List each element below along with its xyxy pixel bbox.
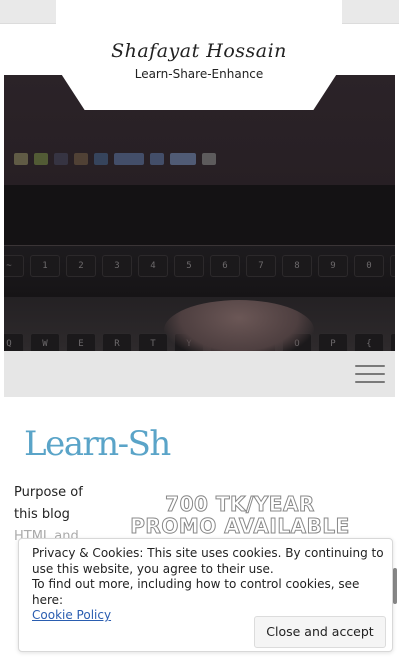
- site-title-card: Shafayat Hossain Learn-Share-Enhance: [56, 0, 342, 110]
- cookie-notice-text: Privacy & Cookies: This site uses cookie…: [32, 546, 384, 576]
- dock-app-icon: [170, 153, 196, 165]
- menu-line: [355, 373, 385, 375]
- keyboard-key: E: [66, 333, 96, 351]
- keyboard-key: T: [138, 333, 168, 351]
- dock-app-icon: [14, 153, 28, 165]
- promo-label: PROMO AVAILABLE: [130, 514, 350, 538]
- dock-app-icon: [94, 153, 108, 165]
- keyboard-key: 8: [282, 255, 312, 277]
- laptop-screen-edge: [4, 185, 395, 245]
- navigation-bar: [4, 351, 395, 397]
- keyboard-key: Q: [4, 333, 24, 351]
- keyboard-key: 7: [246, 255, 276, 277]
- close-and-accept-button[interactable]: Close and accept: [254, 616, 386, 648]
- keyboard-key: {: [354, 333, 384, 351]
- excerpt-line: Purpose of: [14, 485, 83, 500]
- dock-app-icon: [202, 153, 216, 165]
- menu-line: [355, 381, 385, 383]
- cookie-policy-link[interactable]: Cookie Policy: [32, 608, 111, 622]
- promo-overlay: 700 TK/YEAR PROMO AVAILABLE: [120, 492, 360, 538]
- cookie-more-info-text: To find out more, including how to contr…: [32, 577, 360, 607]
- excerpt-line: this blog: [14, 507, 70, 522]
- site-title[interactable]: Shafayat Hossain: [56, 40, 342, 62]
- site-tagline: Learn-Share-Enhance: [134, 67, 264, 81]
- dock-app-icon: [114, 153, 144, 165]
- header-image: ~1234567890-+ QWERTYUIOP{} ASDFGHJKL:: [4, 75, 395, 351]
- dock-app-icon: [150, 153, 164, 165]
- keyboard-key: 1: [30, 255, 60, 277]
- dock-app-icon: [74, 153, 88, 165]
- cookie-message: Privacy & Cookies: This site uses cookie…: [32, 546, 384, 624]
- menu-line: [355, 365, 385, 367]
- dock-icons: [14, 153, 216, 165]
- cookie-consent-banner: Privacy & Cookies: This site uses cookie…: [18, 538, 393, 652]
- post-title[interactable]: Learn-Sh: [24, 424, 171, 464]
- keyboard-key: 5: [174, 255, 204, 277]
- keyboard-key: W: [30, 333, 60, 351]
- dock-app-icon: [34, 153, 48, 165]
- keyboard-key: 3: [102, 255, 132, 277]
- keyboard-key: }: [390, 333, 395, 351]
- hamburger-menu-icon[interactable]: [355, 363, 385, 385]
- keyboard-key: 0: [354, 255, 384, 277]
- keyboard-key: 2: [66, 255, 96, 277]
- keyboard-key: ~: [4, 255, 24, 277]
- promo-price: 700 TK/YEAR: [165, 492, 315, 516]
- hand-on-keyboard: [164, 300, 314, 351]
- keyboard-key: 9: [318, 255, 348, 277]
- keyboard-key: 6: [210, 255, 240, 277]
- keyboard-key: P: [318, 333, 348, 351]
- keyboard-key: 4: [138, 255, 168, 277]
- keyboard-key: -: [390, 255, 395, 277]
- dock-app-icon: [54, 153, 68, 165]
- keyboard-key: R: [102, 333, 132, 351]
- scroll-indicator[interactable]: [393, 568, 397, 604]
- keyboard-row: ~1234567890-+: [4, 255, 395, 277]
